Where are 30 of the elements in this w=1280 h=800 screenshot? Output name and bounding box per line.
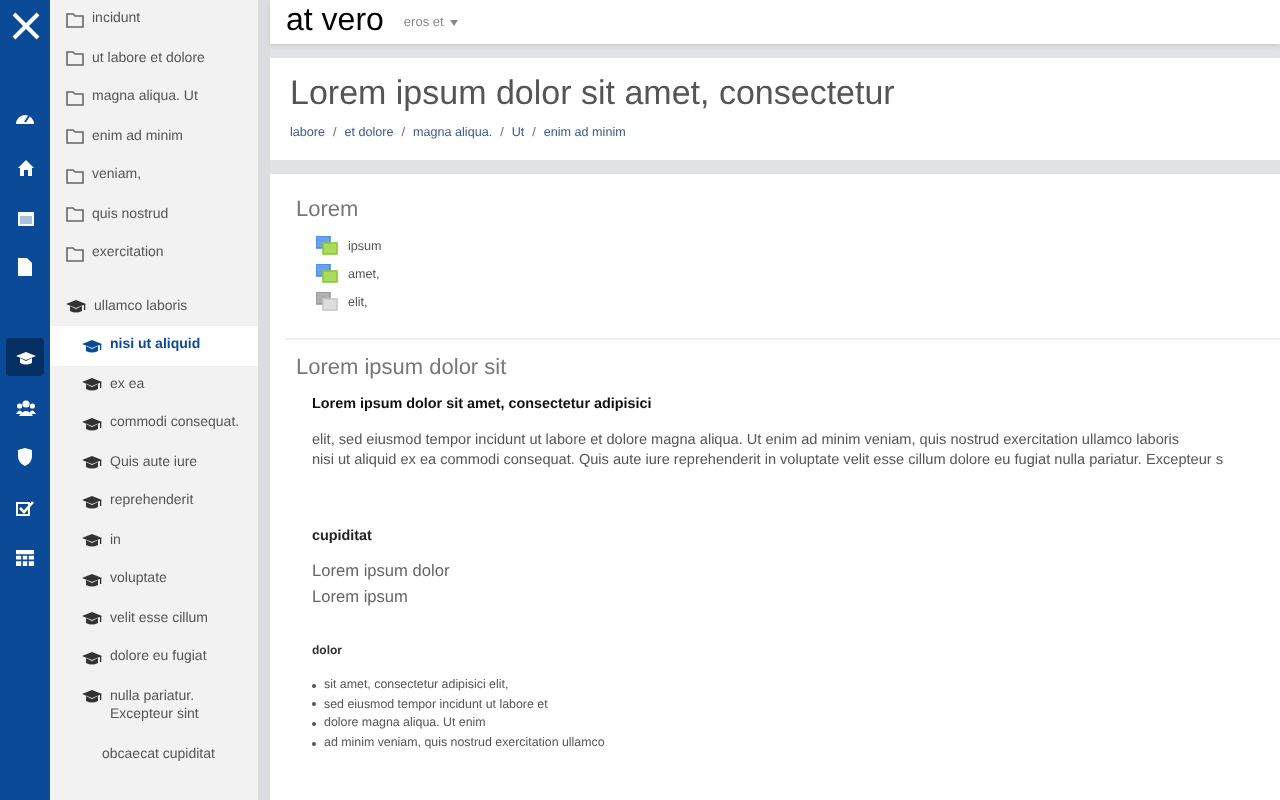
graduation-cap-icon <box>82 454 102 470</box>
section-title: Lorem ipsum dolor sit <box>296 356 509 380</box>
text-line: Lorem ipsum dolor <box>312 558 452 584</box>
caret-icon <box>449 19 458 25</box>
graduation-cap-icon[interactable] <box>6 338 44 376</box>
close-icon <box>9 9 41 41</box>
forum-icon <box>316 292 338 312</box>
graduation-cap-icon <box>82 493 102 509</box>
section-title: Lorem <box>296 198 361 222</box>
graduation-cap-icon <box>82 688 102 704</box>
graduation-cap-icon <box>82 415 102 431</box>
folder-icon <box>66 206 84 222</box>
folder-icon <box>66 89 84 105</box>
folder-icon <box>66 11 84 27</box>
graduation-cap-icon <box>82 649 102 665</box>
graduation-cap-icon <box>82 337 102 353</box>
text-line: Lorem ipsum <box>312 584 410 610</box>
graduation-cap-icon <box>82 610 102 626</box>
graduation-cap-icon <box>66 298 86 314</box>
folder-icon <box>66 167 84 183</box>
folder-icon <box>66 245 84 261</box>
brand-name[interactable]: at vero <box>286 4 384 40</box>
graduation-cap-icon <box>82 376 102 392</box>
forum-icon <box>316 264 338 284</box>
folder-icon <box>66 128 84 144</box>
forum-icon <box>316 236 338 256</box>
folder-icon <box>66 50 84 66</box>
graduation-cap-icon <box>82 532 102 548</box>
graduation-cap-icon <box>82 571 102 587</box>
page-title: Lorem ipsum dolor sit amet, consectetur <box>290 74 897 114</box>
